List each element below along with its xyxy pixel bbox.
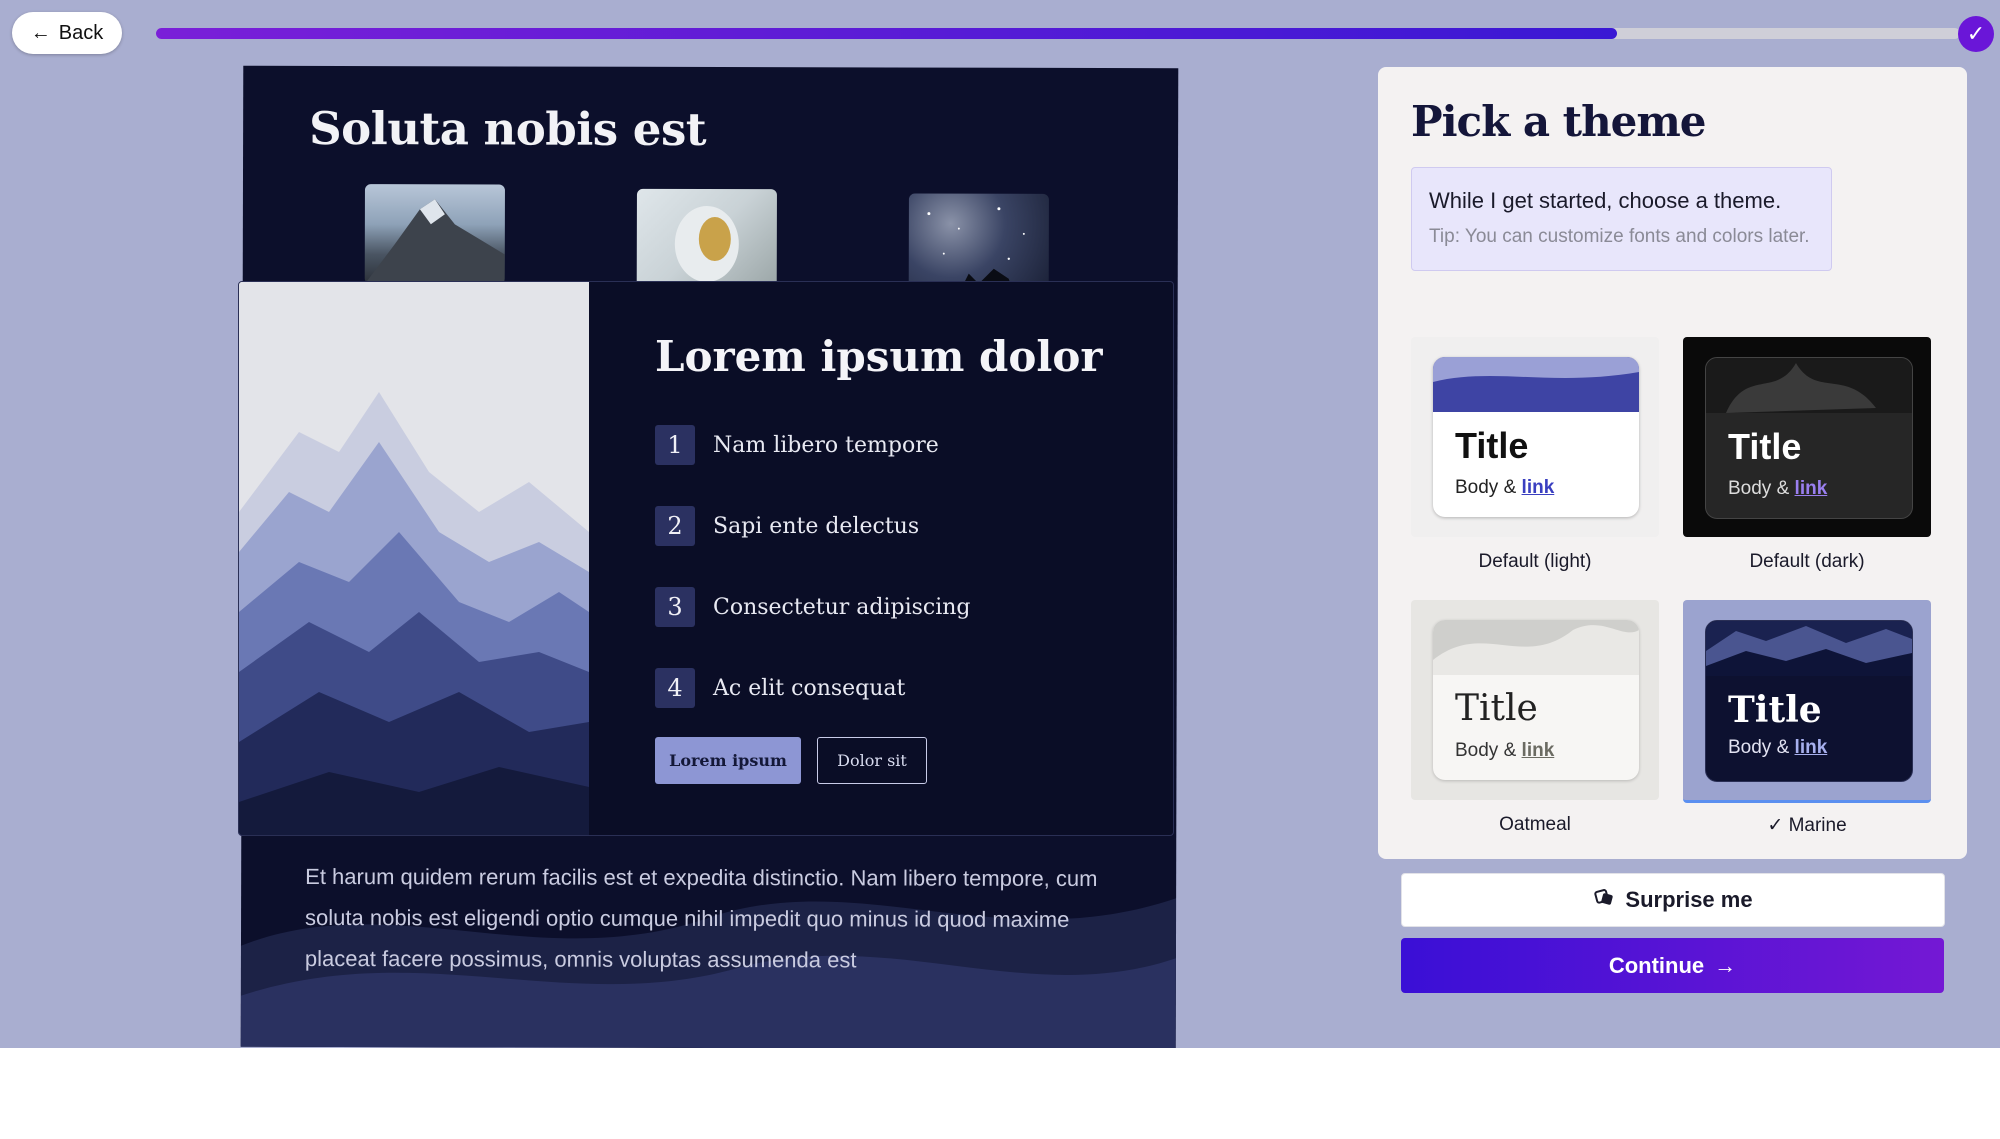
item-number: 3 <box>655 587 695 627</box>
theme-label: Default (dark) <box>1749 551 1865 572</box>
app-background: ← Back ✓ Soluta nobis est Et harum quide… <box>0 0 2000 1048</box>
continue-button[interactable]: Continue → <box>1401 938 1944 993</box>
theme-label: Default (light) <box>1478 551 1592 572</box>
astronaut-thumbnail <box>636 188 777 290</box>
body-text: Body & <box>1728 737 1795 758</box>
link-text: link <box>1794 737 1828 758</box>
preview-primary-button: Lorem ipsum <box>655 737 801 784</box>
mountains-image <box>239 282 589 835</box>
slide-heading: Lorem ipsum dolor <box>655 332 1103 381</box>
back-button-label: Back <box>58 21 104 44</box>
theme-banner <box>1706 621 1912 676</box>
info-message: While I get started, choose a theme. <box>1429 188 1782 213</box>
theme-label-selected: ✓ Marine <box>1677 814 1937 837</box>
progress-fill <box>156 28 1618 39</box>
preview-secondary-button: Dolor sit <box>817 737 927 784</box>
checkmark-icon: ✓ <box>1767 815 1784 836</box>
panel-title: Pick a theme <box>1411 97 1706 146</box>
link-text: link <box>1521 740 1555 761</box>
surprise-me-button[interactable]: Surprise me <box>1401 873 1945 927</box>
theme-preview-card: Title Body & link <box>1705 620 1913 782</box>
stars-thumbnail <box>908 193 1049 294</box>
theme-card-title: Title <box>1455 688 1538 729</box>
theme-card-body: Body & link <box>1728 737 1827 759</box>
surprise-me-label: Surprise me <box>1625 887 1753 912</box>
body-text: Body & <box>1455 740 1522 761</box>
theme-preview-card: Title Body & link <box>1433 357 1639 517</box>
theme-option-oatmeal[interactable]: Title Body & link <box>1411 600 1659 800</box>
theme-card-body: Body & link <box>1455 477 1554 499</box>
theme-option-default-dark[interactable]: Title Body & link <box>1683 337 1931 537</box>
mountain-thumbnail <box>364 184 505 285</box>
theme-label: Oatmeal <box>1499 814 1571 835</box>
theme-card-title: Title <box>1728 689 1822 731</box>
info-message-box: While I get started, choose a theme. Tip… <box>1411 167 1832 271</box>
item-text: Consectetur adipiscing <box>713 594 971 620</box>
shuffle-icon <box>1593 886 1615 914</box>
theme-card-title: Title <box>1455 425 1529 466</box>
body-text: Body & <box>1728 478 1795 499</box>
preview-body-text: Et harum quidem rerum facilis est et exp… <box>304 863 1098 973</box>
back-button[interactable]: ← Back <box>12 12 122 54</box>
list-item: 4 Ac elit consequat <box>655 668 905 708</box>
preview-slide-card: Lorem ipsum dolor 1 Nam libero tempore 2… <box>238 281 1174 836</box>
theme-card-body: Body & link <box>1455 740 1554 762</box>
checkmark-icon: ✓ <box>1958 16 1994 52</box>
theme-banner <box>1706 358 1912 413</box>
theme-preview-card: Title Body & link <box>1705 357 1913 519</box>
item-text: Nam libero tempore <box>713 432 939 458</box>
arrow-right-icon: → <box>1714 952 1737 978</box>
body-text: Body & <box>1455 477 1522 498</box>
theme-banner <box>1433 357 1639 412</box>
item-text: Sapi ente delectus <box>713 513 920 539</box>
preview-title: Soluta nobis est <box>309 101 707 156</box>
arrow-left-icon: ← <box>30 21 51 44</box>
list-item: 3 Consectetur adipiscing <box>655 587 971 627</box>
theme-option-marine[interactable]: Title Body & link <box>1683 600 1931 803</box>
list-item: 1 Nam libero tempore <box>655 425 939 465</box>
list-item: 2 Sapi ente delectus <box>655 506 919 546</box>
theme-option-default-light[interactable]: Title Body & link <box>1411 337 1659 537</box>
theme-card-title: Title <box>1728 426 1802 467</box>
link-text: link <box>1794 478 1828 499</box>
item-number: 1 <box>655 425 695 465</box>
item-number: 4 <box>655 668 695 708</box>
theme-label: Marine <box>1788 815 1847 836</box>
item-number: 2 <box>655 506 695 546</box>
theme-picker-panel: Pick a theme While I get started, choose… <box>1378 67 1967 859</box>
info-tip: Tip: You can customize fonts and colors … <box>1429 226 1810 247</box>
theme-banner <box>1433 620 1639 675</box>
theme-card-body: Body & link <box>1728 478 1827 500</box>
theme-preview-card: Title Body & link <box>1433 620 1639 780</box>
link-text: link <box>1521 477 1555 498</box>
progress-bar <box>156 28 1960 39</box>
item-text: Ac elit consequat <box>713 675 906 701</box>
continue-label: Continue <box>1608 952 1705 978</box>
